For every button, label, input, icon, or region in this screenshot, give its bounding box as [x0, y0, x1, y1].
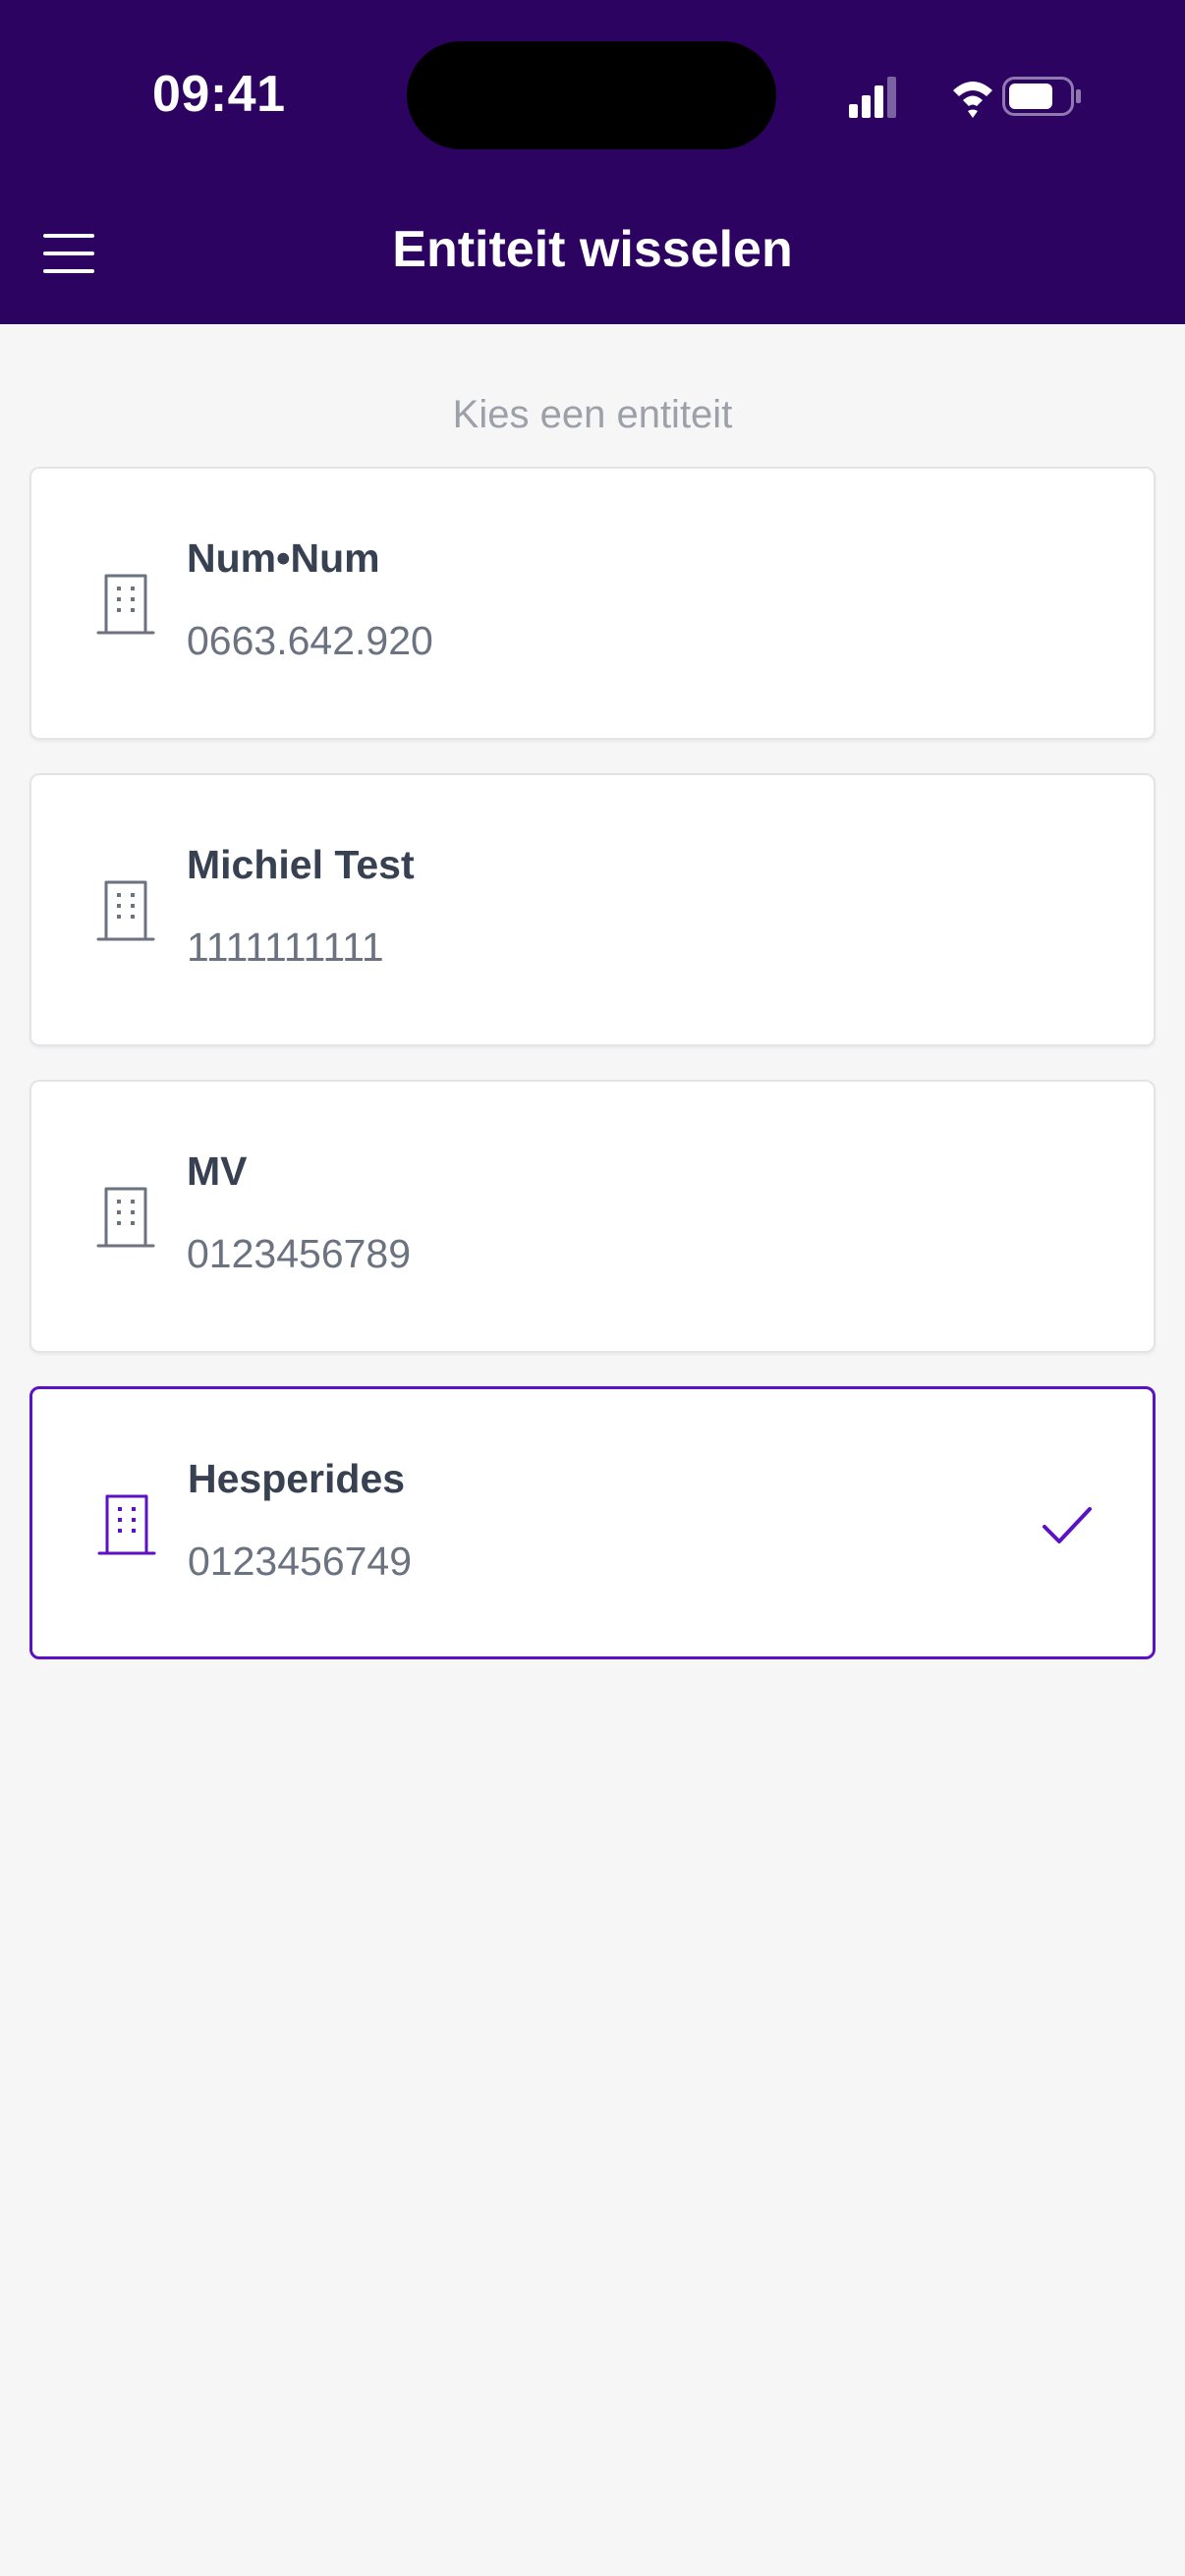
entity-card[interactable]: MV 0123456789	[29, 1080, 1156, 1353]
wifi-icon	[953, 82, 992, 118]
entity-name: Num•Num	[187, 535, 380, 581]
battery-icon	[1002, 77, 1081, 116]
entity-name: MV	[187, 1148, 248, 1194]
entity-name: Hesperides	[188, 1456, 406, 1501]
page-title: Entiteit wisselen	[392, 221, 793, 278]
cellular-signal-icon	[849, 77, 896, 118]
entity-card[interactable]: Num•Num 0663.642.920	[29, 467, 1156, 740]
building-icon	[97, 1494, 156, 1555]
app-header: 09:41 Entiteit wisselen	[0, 0, 1185, 324]
checkmark-icon	[1043, 1507, 1092, 1543]
dynamic-island	[407, 41, 776, 149]
building-icon	[96, 1187, 155, 1248]
entity-number: 0123456749	[188, 1539, 413, 1584]
entity-picker-subtitle: Kies een entiteit	[452, 393, 733, 436]
building-icon	[96, 880, 155, 941]
entity-number: 0123456789	[187, 1231, 412, 1276]
entity-number: 1111111111	[187, 924, 384, 970]
entity-number: 0663.642.920	[187, 618, 433, 663]
entity-card-selected[interactable]: Hesperides 0123456749	[29, 1386, 1156, 1659]
status-icons	[849, 77, 1081, 118]
entity-card[interactable]: Michiel Test 1111111111	[29, 773, 1156, 1046]
building-icon	[96, 574, 155, 635]
entity-name: Michiel Test	[187, 842, 415, 887]
status-time: 09:41	[152, 66, 286, 123]
